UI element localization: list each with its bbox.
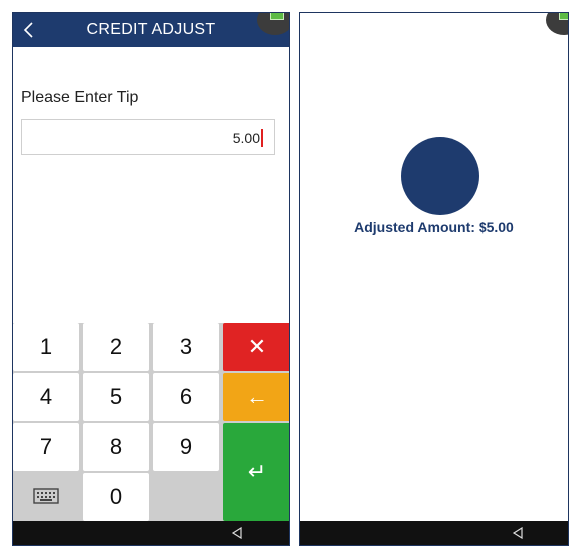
key-3[interactable]: 3 bbox=[153, 323, 219, 371]
key-2[interactable]: 2 bbox=[83, 323, 149, 371]
system-nav-bar bbox=[13, 521, 289, 545]
key-1[interactable]: 1 bbox=[13, 323, 79, 371]
blank-key bbox=[153, 473, 219, 521]
clear-button[interactable]: ✕ bbox=[223, 323, 289, 371]
text-cursor bbox=[261, 129, 263, 147]
nav-back-triangle-icon[interactable] bbox=[231, 527, 243, 539]
app-header: CREDIT ADJUST bbox=[13, 13, 289, 47]
tip-input-value: 5.00 bbox=[232, 130, 260, 146]
key-9[interactable]: 9 bbox=[153, 423, 219, 471]
key-6[interactable]: 6 bbox=[153, 373, 219, 421]
keyboard-icon bbox=[33, 488, 59, 504]
key-7[interactable]: 7 bbox=[13, 423, 79, 471]
credit-adjust-screen: CREDIT ADJUST Please Enter Tip 5.00 1 2 … bbox=[12, 12, 290, 546]
key-8[interactable]: 8 bbox=[83, 423, 149, 471]
adjusted-amount-text: Adjusted Amount: $5.00 bbox=[354, 219, 514, 235]
confirmation-screen: Adjusted Amount: $5.00 bbox=[299, 12, 569, 546]
page-title: CREDIT ADJUST bbox=[86, 21, 216, 38]
tip-input[interactable]: 5.00 bbox=[21, 119, 275, 155]
nav-back-triangle-icon[interactable] bbox=[512, 527, 524, 539]
tip-label: Please Enter Tip bbox=[21, 89, 139, 106]
backspace-button[interactable]: ← bbox=[223, 373, 289, 421]
numeric-keypad: 1 2 3 ✕ 4 5 6 ← 7 8 9 ↵ 0 bbox=[13, 323, 289, 523]
key-0[interactable]: 0 bbox=[83, 473, 149, 521]
status-circle bbox=[401, 137, 479, 215]
system-nav-bar bbox=[300, 521, 568, 545]
key-5[interactable]: 5 bbox=[83, 373, 149, 421]
enter-button[interactable]: ↵ bbox=[223, 423, 289, 521]
key-4[interactable]: 4 bbox=[13, 373, 79, 421]
keyboard-toggle-button[interactable] bbox=[13, 473, 79, 521]
status-indicator-icon bbox=[546, 13, 568, 35]
